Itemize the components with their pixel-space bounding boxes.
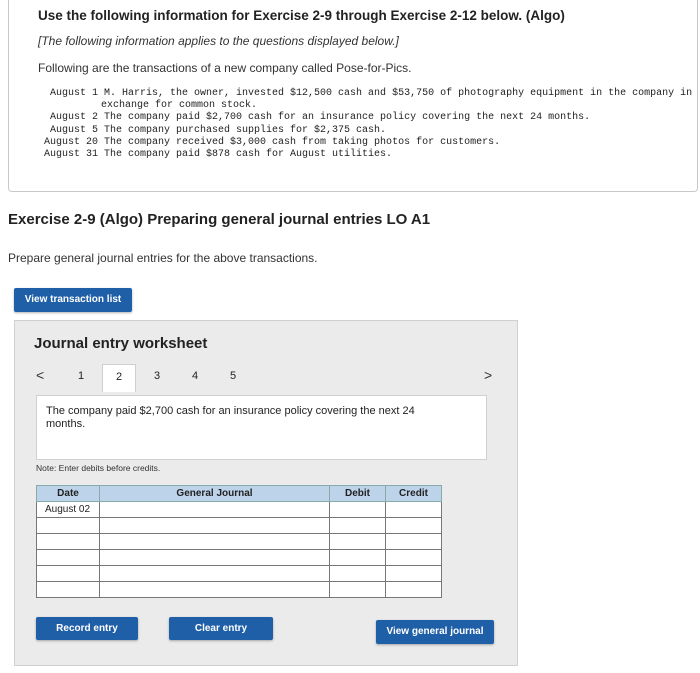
button-label: View general journal: [386, 626, 484, 637]
date-cell: August 02: [36, 501, 100, 518]
table-row: [36, 565, 442, 582]
credit-input[interactable]: [385, 565, 442, 582]
table-row: [36, 549, 442, 566]
info-subtitle: [The following information applies to th…: [38, 34, 399, 48]
transaction-description: The company paid $2,700 cash for an insu…: [46, 405, 415, 430]
transaction-row: August 2 The company paid $2,700 cash fo…: [49, 112, 591, 123]
credit-input[interactable]: [385, 581, 442, 598]
general-journal-header: General Journal: [99, 485, 330, 502]
table-row: [36, 581, 442, 598]
table-row: August 02: [36, 501, 442, 518]
table-header-row: Date General Journal Debit Credit: [36, 485, 442, 502]
date-cell: [36, 549, 100, 566]
button-label: Clear entry: [194, 623, 248, 634]
view-general-journal-button[interactable]: View general journal: [376, 620, 494, 644]
button-label: Record entry: [56, 623, 118, 634]
credit-header: Credit: [385, 485, 442, 502]
credit-input[interactable]: [385, 517, 442, 534]
tab-1[interactable]: 1: [64, 364, 98, 390]
transaction-row-continued: exchange for common stock.: [101, 100, 258, 111]
button-label: View transaction list: [24, 294, 122, 305]
tab-5[interactable]: 5: [216, 364, 250, 390]
account-input[interactable]: [99, 501, 330, 518]
debit-input[interactable]: [329, 533, 386, 550]
date-cell: [36, 565, 100, 582]
record-entry-button[interactable]: Record entry: [36, 617, 138, 640]
debit-input[interactable]: [329, 565, 386, 582]
date-cell: [36, 533, 100, 550]
account-input[interactable]: [99, 517, 330, 534]
debit-input[interactable]: [329, 517, 386, 534]
credit-input[interactable]: [385, 549, 442, 566]
debit-header: Debit: [329, 485, 386, 502]
tab-3[interactable]: 3: [140, 364, 174, 390]
account-input[interactable]: [99, 549, 330, 566]
info-intro: Following are the transactions of a new …: [38, 61, 412, 75]
table-row: [36, 517, 442, 534]
account-input[interactable]: [99, 581, 330, 598]
tab-4[interactable]: 4: [178, 364, 212, 390]
account-input[interactable]: [99, 533, 330, 550]
transaction-row: August 31 The company paid $878 cash for…: [43, 149, 393, 160]
exercise-description: Prepare general journal entries for the …: [8, 251, 318, 265]
debit-input[interactable]: [329, 549, 386, 566]
transaction-row: August 20 The company received $3,000 ca…: [43, 137, 501, 148]
info-title: Use the following information for Exerci…: [38, 8, 565, 23]
tab-2[interactable]: 2: [102, 364, 136, 392]
worksheet-title: Journal entry worksheet: [34, 335, 208, 352]
date-cell: [36, 581, 100, 598]
exercise-title: Exercise 2-9 (Algo) Preparing general jo…: [8, 211, 431, 228]
debit-input[interactable]: [329, 501, 386, 518]
chevron-right-icon[interactable]: >: [484, 367, 492, 383]
table-row: [36, 533, 442, 550]
chevron-left-icon[interactable]: <: [36, 367, 44, 383]
clear-entry-button[interactable]: Clear entry: [169, 617, 273, 640]
date-cell: [36, 517, 100, 534]
credit-input[interactable]: [385, 501, 442, 518]
transaction-row: August 1 M. Harris, the owner, invested …: [49, 88, 693, 99]
credit-input[interactable]: [385, 533, 442, 550]
date-header: Date: [36, 485, 100, 502]
transaction-row: August 5 The company purchased supplies …: [49, 125, 387, 136]
view-transaction-list-button[interactable]: View transaction list: [14, 288, 132, 312]
debit-input[interactable]: [329, 581, 386, 598]
entry-note: Note: Enter debits before credits.: [36, 463, 161, 473]
account-input[interactable]: [99, 565, 330, 582]
journal-entry-table: Date General Journal Debit Credit August…: [36, 485, 442, 598]
